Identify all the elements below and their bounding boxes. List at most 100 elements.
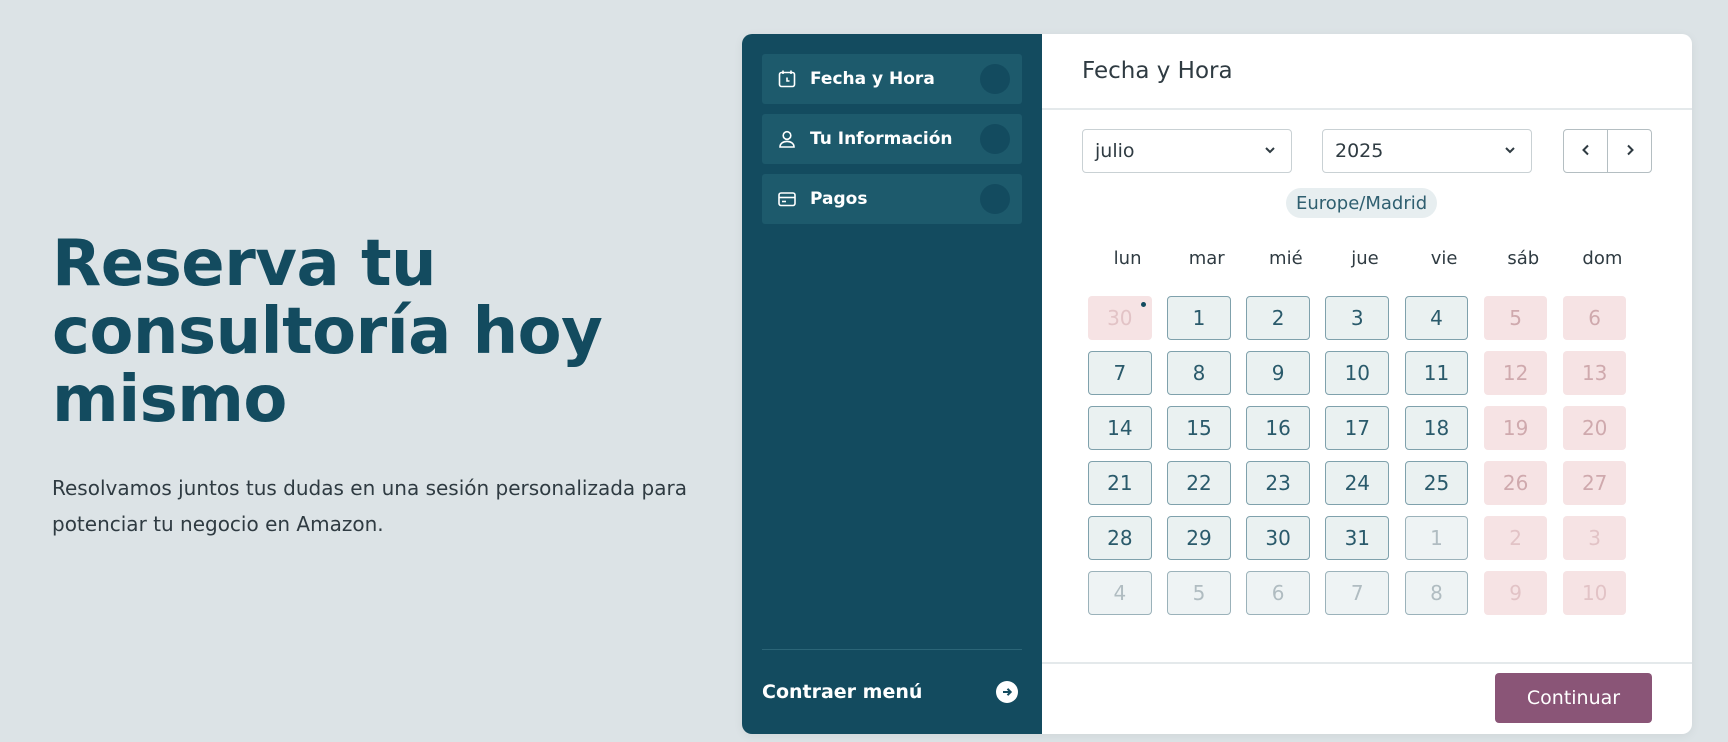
steps-sidebar: Fecha y Hora Tu Información Pagos Contra… bbox=[742, 34, 1042, 734]
calendar-day-number: 8 bbox=[1430, 581, 1443, 605]
calendar-day[interactable]: 29 bbox=[1167, 516, 1231, 560]
calendar-day: 19 bbox=[1483, 406, 1548, 450]
calendar-day-number: 12 bbox=[1502, 361, 1529, 385]
calendar-day[interactable]: 2 bbox=[1246, 296, 1310, 340]
calendar-day-number: 16 bbox=[1265, 416, 1291, 440]
calendar-controls: julio 2025 bbox=[1082, 129, 1652, 173]
previous-month-button[interactable] bbox=[1564, 130, 1607, 172]
weekday-label: mié bbox=[1269, 248, 1303, 269]
calendar-day: 13 bbox=[1562, 351, 1627, 395]
panel-footer: Continuar bbox=[1042, 662, 1692, 734]
calendar-day-number: 25 bbox=[1423, 471, 1450, 495]
calendar-day-number: 11 bbox=[1423, 361, 1450, 385]
calendar-grid: lun mar mié jue vie sáb dom 30 1 2 3 4 5 6 7 8 9 10 11 12 1… bbox=[1088, 239, 1642, 626]
chevron-right-icon bbox=[1623, 142, 1637, 161]
step-tu-informacion[interactable]: Tu Información bbox=[762, 114, 1022, 164]
calendar-week-row: 7 8 9 10 11 12 13 bbox=[1088, 351, 1642, 406]
timezone-badge[interactable]: Europe/Madrid bbox=[1286, 188, 1438, 218]
chevron-down-icon bbox=[1503, 140, 1517, 162]
continue-button[interactable]: Continuar bbox=[1495, 673, 1652, 723]
next-month-button[interactable] bbox=[1607, 130, 1651, 172]
calendar-day-number: 23 bbox=[1265, 471, 1291, 495]
calendar-day[interactable]: 28 bbox=[1088, 516, 1152, 560]
calendar-day[interactable]: 4 bbox=[1404, 296, 1469, 340]
collapse-menu-label: Contraer menú bbox=[762, 681, 923, 703]
calendar-day-number: 3 bbox=[1350, 306, 1364, 330]
weekday-label: mar bbox=[1188, 248, 1225, 269]
year-select-value: 2025 bbox=[1335, 140, 1384, 162]
calendar-day[interactable]: 21 bbox=[1088, 461, 1152, 505]
calendar-day[interactable]: 8 bbox=[1167, 351, 1231, 395]
calendar-day[interactable]: 25 bbox=[1404, 461, 1469, 505]
calendar-day-number: 14 bbox=[1107, 416, 1133, 440]
calendar-day-number: 2 bbox=[1509, 526, 1522, 550]
calendar-day-number: 7 bbox=[1350, 581, 1364, 605]
calendar-day[interactable]: 23 bbox=[1246, 461, 1310, 505]
calendar-day: 9 bbox=[1483, 571, 1548, 615]
calendar-panel: Fecha y Hora julio 2025 Europe/Madrid lu… bbox=[1042, 34, 1692, 734]
calendar-day-number: 29 bbox=[1186, 526, 1212, 550]
year-select[interactable]: 2025 bbox=[1322, 129, 1532, 173]
step-label: Pagos bbox=[810, 189, 868, 209]
month-select[interactable]: julio bbox=[1082, 129, 1292, 173]
calendar-day[interactable]: 16 bbox=[1246, 406, 1310, 450]
chevron-left-icon bbox=[1579, 142, 1593, 161]
calendar-day-number: 7 bbox=[1113, 361, 1127, 385]
calendar-day[interactable]: 14 bbox=[1088, 406, 1152, 450]
calendar-day-number: 5 bbox=[1192, 581, 1206, 605]
calendar-day[interactable]: 24 bbox=[1325, 461, 1390, 505]
calendar-day[interactable]: 1 bbox=[1167, 296, 1231, 340]
step-status-indicator bbox=[980, 124, 1010, 154]
step-status-indicator bbox=[980, 184, 1010, 214]
calendar-day-number: 2 bbox=[1271, 306, 1285, 330]
step-fecha-y-hora[interactable]: Fecha y Hora bbox=[762, 54, 1022, 104]
calendar-day-number: 4 bbox=[1430, 306, 1443, 330]
calendar-day[interactable]: 30 bbox=[1246, 516, 1310, 560]
credit-card-icon bbox=[776, 188, 798, 210]
step-pagos[interactable]: Pagos bbox=[762, 174, 1022, 224]
calendar-day: 30 bbox=[1088, 296, 1152, 340]
calendar-day-number: 1 bbox=[1430, 526, 1443, 550]
user-icon bbox=[776, 128, 798, 150]
hero-title: Reserva tu consultoría hoy mismo bbox=[52, 227, 603, 437]
calendar-day-number: 15 bbox=[1186, 416, 1212, 440]
calendar-day[interactable]: 7 bbox=[1088, 351, 1152, 395]
calendar-day: 6 bbox=[1246, 571, 1310, 615]
calendar-day: 8 bbox=[1404, 571, 1469, 615]
calendar-day-number: 10 bbox=[1581, 581, 1608, 605]
today-indicator bbox=[1140, 302, 1146, 307]
calendar-day[interactable]: 18 bbox=[1404, 406, 1469, 450]
collapse-menu-button[interactable]: Contraer menú bbox=[762, 649, 1022, 734]
calendar-day: 4 bbox=[1088, 571, 1152, 615]
calendar-day[interactable]: 15 bbox=[1167, 406, 1231, 450]
calendar-day: 3 bbox=[1562, 516, 1627, 560]
calendar-day[interactable]: 9 bbox=[1246, 351, 1310, 395]
calendar-week-row: 30 1 2 3 4 5 6 bbox=[1088, 296, 1642, 351]
calendar-day-number: 9 bbox=[1271, 361, 1285, 385]
month-navigation bbox=[1563, 129, 1652, 173]
calendar-clock-icon bbox=[776, 68, 798, 90]
calendar-day-number: 3 bbox=[1588, 526, 1602, 550]
step-label: Tu Información bbox=[810, 129, 953, 149]
calendar-day: 10 bbox=[1562, 571, 1627, 615]
calendar-week-row: 28 29 30 31 1 2 3 bbox=[1088, 516, 1642, 571]
hero: Reserva tu consultoría hoy mismo Resolva… bbox=[52, 230, 692, 542]
calendar-day-number: 8 bbox=[1192, 361, 1206, 385]
calendar-day: 20 bbox=[1562, 406, 1627, 450]
calendar-day[interactable]: 31 bbox=[1325, 516, 1390, 560]
booking-widget: Fecha y Hora Tu Información Pagos Contra… bbox=[742, 34, 1692, 734]
calendar-weeks: 30 1 2 3 4 5 6 7 8 9 10 11 12 13 14 15 16 17 18 19 20 21 22 23 2… bbox=[1088, 296, 1642, 626]
weekday-label: dom bbox=[1582, 248, 1623, 269]
calendar-day[interactable]: 22 bbox=[1167, 461, 1231, 505]
calendar-day[interactable]: 17 bbox=[1325, 406, 1390, 450]
calendar-day-number: 4 bbox=[1113, 581, 1127, 605]
weekday-label: vie bbox=[1430, 248, 1458, 269]
calendar-day[interactable]: 11 bbox=[1404, 351, 1469, 395]
calendar-day-number: 30 bbox=[1107, 306, 1133, 330]
weekday-label: jue bbox=[1351, 248, 1379, 269]
calendar-day[interactable]: 10 bbox=[1325, 351, 1390, 395]
calendar-day-number: 24 bbox=[1344, 471, 1371, 495]
calendar-day: 27 bbox=[1562, 461, 1627, 505]
calendar-day[interactable]: 3 bbox=[1325, 296, 1390, 340]
calendar-day-number: 21 bbox=[1107, 471, 1133, 495]
